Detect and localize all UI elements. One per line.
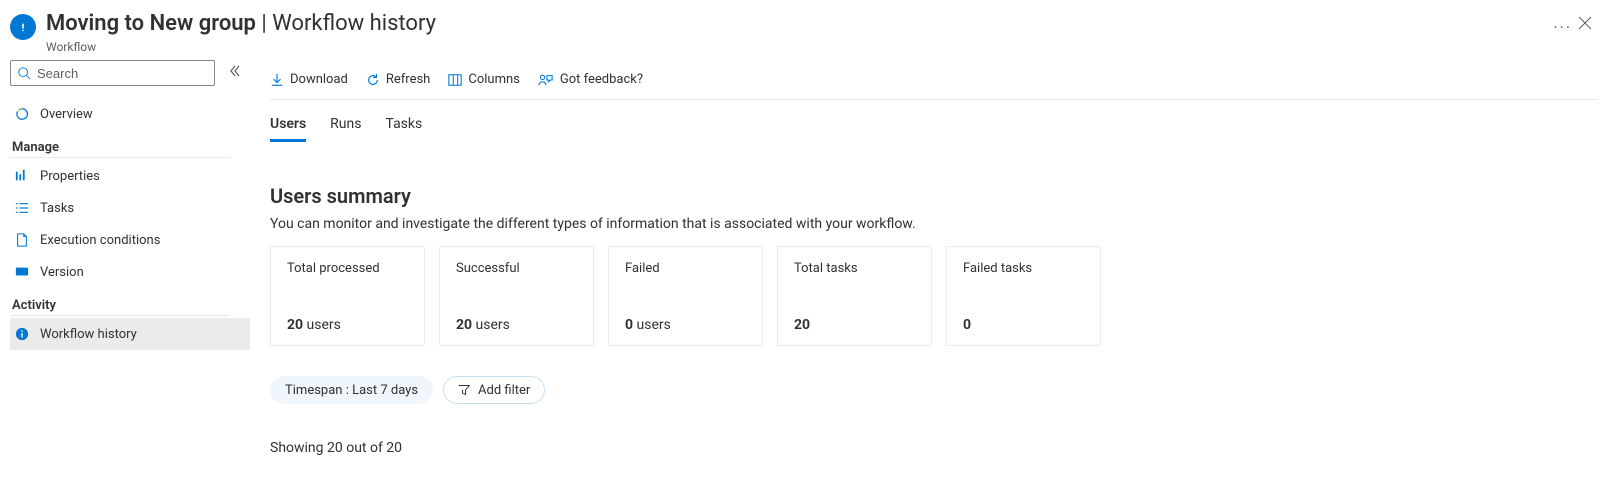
sidebar-item-execution-conditions[interactable]: Execution conditions bbox=[10, 224, 250, 256]
sidebar-item-tasks[interactable]: Tasks bbox=[10, 192, 250, 224]
add-filter-label: Add filter bbox=[478, 383, 530, 398]
sidebar-item-overview[interactable]: Overview bbox=[10, 98, 250, 130]
card-value: 20 users bbox=[456, 317, 577, 333]
tasks-icon bbox=[14, 200, 30, 216]
sidebar: Overview Manage Properties Tasks bbox=[0, 60, 250, 504]
page-title-sep: | bbox=[256, 11, 272, 36]
page-title-main: Moving to New group bbox=[46, 11, 256, 36]
divider bbox=[10, 315, 230, 316]
toolbar-label: Columns bbox=[468, 72, 520, 87]
sidebar-item-label: Properties bbox=[40, 169, 100, 184]
sidebar-item-label: Overview bbox=[40, 107, 93, 122]
main-content: Download Refresh Columns Got feedbac bbox=[250, 60, 1618, 504]
download-icon bbox=[270, 73, 284, 87]
divider bbox=[10, 157, 230, 158]
page-subtitle: Workflow bbox=[46, 40, 1533, 54]
page-title-page: Workflow history bbox=[272, 11, 436, 36]
command-bar: Download Refresh Columns Got feedbac bbox=[270, 60, 1598, 100]
filter-icon bbox=[458, 384, 470, 396]
download-button[interactable]: Download bbox=[270, 72, 348, 87]
sidebar-section-activity: Activity bbox=[10, 298, 250, 313]
results-count: Showing 20 out of 20 bbox=[270, 440, 1598, 456]
sidebar-item-workflow-history[interactable]: Workflow history bbox=[10, 318, 250, 350]
search-icon bbox=[17, 66, 31, 80]
card-successful: Successful 20 users bbox=[439, 246, 594, 346]
search-input[interactable] bbox=[31, 66, 208, 81]
card-label: Total processed bbox=[287, 261, 408, 276]
collapse-sidebar-button[interactable] bbox=[225, 61, 245, 85]
overview-icon bbox=[14, 106, 30, 122]
sidebar-item-label: Version bbox=[40, 265, 84, 280]
sidebar-section-manage: Manage bbox=[10, 140, 250, 155]
section-heading: Users summary bbox=[270, 184, 1598, 208]
document-icon bbox=[14, 232, 30, 248]
card-value: 0 bbox=[963, 317, 1084, 333]
card-total-tasks: Total tasks 20 bbox=[777, 246, 932, 346]
toolbar-label: Refresh bbox=[386, 72, 430, 87]
tab-bar: Users Runs Tasks bbox=[270, 110, 1598, 142]
sidebar-item-properties[interactable]: Properties bbox=[10, 160, 250, 192]
more-actions-button[interactable]: ··· bbox=[1553, 10, 1572, 37]
workflow-badge-icon bbox=[10, 14, 36, 40]
card-value: 0 users bbox=[625, 317, 746, 333]
sidebar-item-label: Workflow history bbox=[40, 327, 137, 342]
tab-runs[interactable]: Runs bbox=[330, 110, 361, 142]
add-filter-button[interactable]: Add filter bbox=[443, 376, 545, 404]
info-icon bbox=[14, 326, 30, 342]
page-title: Moving to New group | Workflow history bbox=[46, 10, 1533, 38]
sidebar-item-version[interactable]: Version bbox=[10, 256, 250, 288]
card-label: Successful bbox=[456, 261, 577, 276]
sidebar-item-label: Tasks bbox=[40, 201, 74, 216]
card-total-processed: Total processed 20 users bbox=[270, 246, 425, 346]
refresh-icon bbox=[366, 73, 380, 87]
card-label: Failed bbox=[625, 261, 746, 276]
columns-icon bbox=[448, 73, 462, 87]
card-failed-tasks: Failed tasks 0 bbox=[946, 246, 1101, 346]
card-value: 20 users bbox=[287, 317, 408, 333]
tab-tasks[interactable]: Tasks bbox=[385, 110, 422, 142]
columns-button[interactable]: Columns bbox=[448, 72, 520, 87]
card-failed: Failed 0 users bbox=[608, 246, 763, 346]
feedback-icon bbox=[538, 73, 554, 87]
timespan-filter-label: Timespan : Last 7 days bbox=[285, 383, 418, 398]
toolbar-label: Download bbox=[290, 72, 348, 87]
card-value: 20 bbox=[794, 317, 915, 333]
search-box[interactable] bbox=[10, 60, 215, 86]
summary-cards: Total processed 20 users Successful 20 u… bbox=[270, 246, 1598, 346]
close-button[interactable] bbox=[1572, 10, 1598, 36]
filter-bar: Timespan : Last 7 days Add filter bbox=[270, 376, 1598, 404]
timespan-filter-pill[interactable]: Timespan : Last 7 days bbox=[270, 376, 433, 404]
page-header: Moving to New group | Workflow history W… bbox=[0, 0, 1618, 60]
refresh-button[interactable]: Refresh bbox=[366, 72, 430, 87]
tab-users[interactable]: Users bbox=[270, 110, 306, 142]
section-description: You can monitor and investigate the diff… bbox=[270, 216, 1598, 232]
feedback-button[interactable]: Got feedback? bbox=[538, 72, 643, 87]
sidebar-item-label: Execution conditions bbox=[40, 233, 160, 248]
properties-icon bbox=[14, 168, 30, 184]
version-icon bbox=[14, 264, 30, 280]
card-label: Failed tasks bbox=[963, 261, 1084, 276]
toolbar-label: Got feedback? bbox=[560, 72, 643, 87]
card-label: Total tasks bbox=[794, 261, 915, 276]
